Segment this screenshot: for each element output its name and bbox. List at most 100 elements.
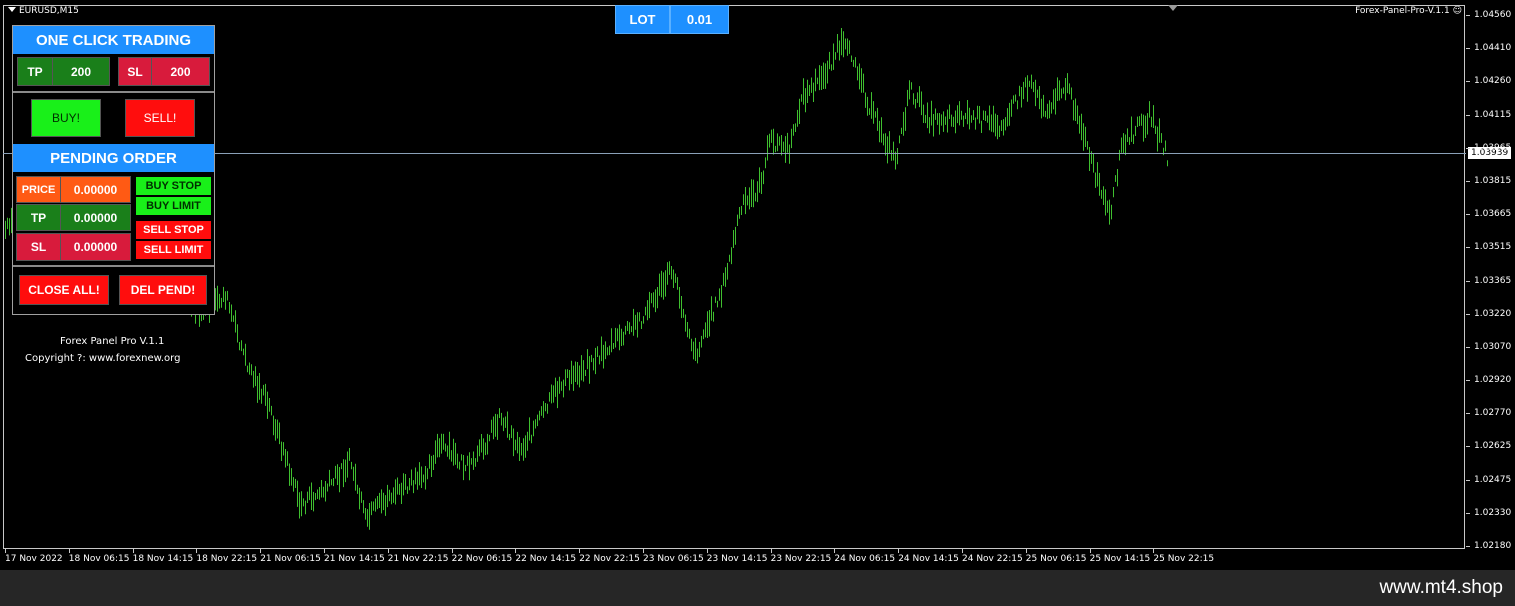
copyright-text: Copyright ?: www.forexnew.org <box>25 353 181 364</box>
time-tick-label: 23 Nov 22:15 <box>770 554 832 564</box>
price-tick <box>1466 180 1470 182</box>
time-tick-label: 23 Nov 14:15 <box>706 554 768 564</box>
price-bars <box>5 28 1168 530</box>
time-tick-label: 18 Nov 14:15 <box>132 554 194 564</box>
ea-info: Forex Panel Pro V.1.1 Copyright ?: www.f… <box>25 333 180 367</box>
time-tick-label: 25 Nov 14:15 <box>1089 554 1151 564</box>
time-tick-label: 18 Nov 22:15 <box>196 554 258 564</box>
time-tick-label: 21 Nov 22:15 <box>387 554 449 564</box>
time-tick <box>260 549 262 553</box>
time-tick-label: 23 Nov 06:15 <box>643 554 704 564</box>
time-tick-label: 24 Nov 22:15 <box>962 554 1023 564</box>
delete-pending-button[interactable]: DEL PEND! <box>119 275 207 305</box>
price-tick-label: 1.03365 <box>1474 275 1512 286</box>
time-tick <box>834 549 836 553</box>
price-tick <box>1466 147 1470 149</box>
time-tick-label: 22 Nov 14:15 <box>515 554 577 564</box>
price-tick <box>1466 280 1470 282</box>
price-tick <box>1466 313 1470 315</box>
symbol-text: EURUSD,M15 <box>19 6 79 16</box>
price-tick-label: 1.02920 <box>1474 375 1512 386</box>
time-tick-label: 21 Nov 06:15 <box>260 554 321 564</box>
price-tick-label: 1.03665 <box>1474 209 1512 220</box>
ea-name: Forex-Panel-Pro-V.1.1 ☺ <box>1355 6 1462 16</box>
pending-tp-label: TP <box>16 204 61 231</box>
time-tick <box>387 549 389 553</box>
price-tick <box>1466 15 1470 16</box>
dropdown-icon <box>8 7 16 12</box>
trading-panel: ONE CLICK TRADING TP 200 SL 200 BUY! SEL… <box>12 25 215 315</box>
time-tick <box>1153 549 1155 553</box>
pending-sl-input[interactable]: 0.00000 <box>60 233 131 261</box>
price-tick <box>1466 380 1470 382</box>
time-tick-label: 22 Nov 22:15 <box>579 554 640 564</box>
price-tick <box>1466 413 1470 415</box>
price-tick-label: 1.03070 <box>1474 341 1512 352</box>
tp-label: TP <box>17 57 53 86</box>
time-tick-label: 25 Nov 22:15 <box>1153 554 1215 564</box>
time-tick <box>451 549 453 553</box>
time-tick <box>1025 549 1027 553</box>
price-tick-label: 1.02770 <box>1474 408 1512 419</box>
time-tick <box>770 549 772 553</box>
sl-label: SL <box>118 57 152 86</box>
price-tick-label: 1.02330 <box>1474 507 1512 518</box>
time-tick <box>706 549 708 553</box>
sl-input[interactable]: 200 <box>151 57 210 86</box>
price-tick <box>1466 214 1470 216</box>
chart-shift-marker[interactable] <box>1168 5 1178 11</box>
buy-button[interactable]: BUY! <box>31 99 101 137</box>
price-tick-label: 1.03220 <box>1474 308 1512 319</box>
tp-input[interactable]: 200 <box>52 57 110 86</box>
price-tick <box>1466 81 1470 83</box>
time-tick <box>579 549 581 553</box>
time-tick-label: 24 Nov 14:15 <box>898 554 959 564</box>
pending-order-header: PENDING ORDER <box>13 144 214 172</box>
pending-tp-input[interactable]: 0.00000 <box>60 204 131 231</box>
time-tick <box>898 549 900 553</box>
time-tick <box>1089 549 1091 553</box>
symbol-label[interactable]: EURUSD,M15 <box>8 6 79 16</box>
lot-label: LOT <box>615 5 670 34</box>
price-tick-label: 1.02475 <box>1474 474 1512 485</box>
time-tick-label: 25 Nov 06:15 <box>1025 554 1087 564</box>
time-tick <box>643 549 644 553</box>
time-tick <box>196 549 198 553</box>
price-input[interactable]: 0.00000 <box>60 176 131 203</box>
price-tick-label: 1.03515 <box>1474 242 1512 253</box>
buy-stop-button[interactable]: BUY STOP <box>136 177 211 195</box>
lot-value-input[interactable]: 0.01 <box>670 5 729 34</box>
chart-area[interactable]: 1.03939 EURUSD,M15 Forex-Panel-Pro-V.1.1… <box>0 0 1515 570</box>
watermark: www.mt4.shop <box>1379 577 1503 598</box>
time-tick <box>324 549 325 553</box>
price-tick <box>1466 546 1470 547</box>
price-tick-label: 1.02180 <box>1474 541 1512 551</box>
close-all-button[interactable]: CLOSE ALL! <box>19 275 109 305</box>
sell-stop-button[interactable]: SELL STOP <box>136 221 211 239</box>
ea-version-text: Forex Panel Pro V.1.1 <box>60 336 165 347</box>
price-tick-label: 1.04410 <box>1474 43 1512 54</box>
divider <box>13 265 214 267</box>
time-tick <box>132 549 134 553</box>
time-tick <box>515 549 517 553</box>
divider <box>13 91 214 93</box>
buy-limit-button[interactable]: BUY LIMIT <box>136 197 211 215</box>
price-tick-label: 1.03965 <box>1474 142 1512 153</box>
time-tick-label: 22 Nov 06:15 <box>451 554 513 564</box>
time-tick <box>962 549 963 553</box>
bottom-bar: www.mt4.shop <box>0 570 1515 606</box>
price-tick <box>1466 479 1470 481</box>
price-tick <box>1466 48 1470 50</box>
one-click-trading-header: ONE CLICK TRADING <box>13 26 214 54</box>
time-tick-label: 24 Nov 06:15 <box>834 554 896 564</box>
sell-limit-button[interactable]: SELL LIMIT <box>136 241 211 259</box>
price-tick-label: 1.04560 <box>1474 10 1512 20</box>
sell-button[interactable]: SELL! <box>125 99 195 137</box>
price-label: PRICE <box>16 176 61 203</box>
price-tick-label: 1.02625 <box>1474 441 1512 452</box>
price-tick-label: 1.03815 <box>1474 175 1512 186</box>
price-tick <box>1466 247 1470 249</box>
price-axis: 1.04560 1.04410 1.04260 1.04115 1.03965 1.038… <box>1466 0 1515 570</box>
price-tick <box>1466 114 1470 116</box>
price-tick-label: 1.04115 <box>1474 109 1512 120</box>
